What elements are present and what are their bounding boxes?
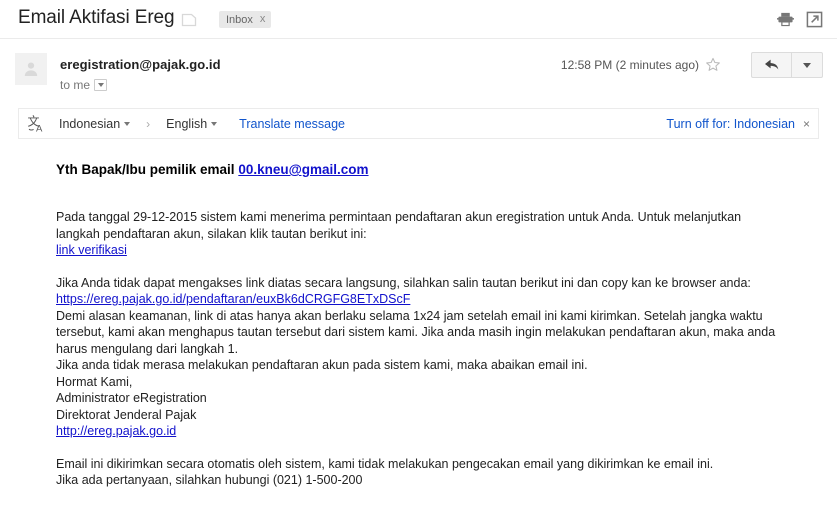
turn-off-translation-group: Turn off for: Indonesian × — [666, 117, 810, 131]
translate-icon: 文 A — [28, 114, 44, 134]
recipient-email-link[interactable]: 00.kneu@gmail.com — [238, 162, 368, 177]
open-in-new-window-icon[interactable] — [806, 11, 823, 28]
close-icon[interactable]: × — [803, 118, 810, 130]
signature-block: Hormat Kami, Administrator eRegistration… — [56, 374, 837, 440]
label-chip-remove-icon[interactable]: x — [260, 14, 266, 25]
star-icon[interactable] — [705, 57, 721, 73]
signature-line-3: Direktorat Jenderal Pajak — [56, 407, 197, 422]
translate-message-link[interactable]: Translate message — [239, 117, 345, 131]
recipient-label: to me — [60, 78, 91, 92]
header-actions — [777, 11, 823, 28]
turn-off-translation-link[interactable]: Turn off for: Indonesian — [666, 117, 795, 131]
default-avatar-icon — [24, 62, 38, 76]
recipient-line: to me — [60, 78, 108, 92]
verification-link-line: link verifikasi — [56, 242, 778, 259]
paragraph-ignore-notice: Jika anda tidak merasa melakukan pendaft… — [56, 358, 588, 372]
language-direction-arrow: › — [146, 116, 151, 131]
greeting-text: Yth Bapak/Ibu pemilik email — [56, 162, 239, 177]
reply-button[interactable] — [752, 53, 792, 77]
signature-line-1: Hormat Kami, — [56, 374, 133, 389]
chevron-down-icon — [803, 62, 811, 68]
signature-line-2: Administrator eRegistration — [56, 391, 207, 405]
print-preview-icon[interactable] — [181, 13, 197, 27]
label-chip-inbox[interactable]: Inbox x — [219, 11, 272, 28]
paragraph-copy-url: Jika Anda tidak dapat mengakses link dia… — [56, 275, 778, 308]
print-icon[interactable] — [777, 11, 794, 28]
paragraph-copy-url-text: Jika Anda tidak dapat mengakses link dia… — [56, 275, 751, 290]
target-language-select[interactable]: English — [166, 116, 218, 131]
paragraph-security-notice: Demi alasan keamanan, link di atas hanya… — [56, 308, 776, 356]
source-language-select[interactable]: Indonesian — [59, 116, 131, 131]
avatar[interactable] — [15, 53, 47, 85]
reply-button-group — [751, 52, 823, 78]
source-language-label: Indonesian — [59, 116, 121, 131]
subject-header: Email Aktifasi Ereg Inbox x — [0, 0, 837, 39]
email-message-view: Email Aktifasi Ereg Inbox x eregistratio… — [0, 0, 837, 510]
more-options-button[interactable] — [792, 53, 822, 77]
greeting-line: Yth Bapak/Ibu pemilik email 00.kneu@gmai… — [56, 162, 837, 178]
recipient-details-toggle[interactable] — [94, 79, 108, 91]
ereg-homepage-link[interactable]: http://ereg.pajak.go.id — [56, 424, 176, 438]
svg-text:A: A — [36, 123, 43, 134]
reply-icon — [764, 59, 778, 70]
signature-link-line: http://ereg.pajak.go.id — [56, 423, 837, 440]
message-timestamp: 12:58 PM (2 minutes ago) — [560, 58, 699, 72]
chevron-down-icon — [124, 121, 131, 126]
paragraph-automated-notice: Email ini dikirimkan secara otomatis ole… — [56, 456, 714, 471]
sender-email[interactable]: eregistration@pajak.go.id — [60, 57, 221, 72]
page-title: Email Aktifasi Ereg — [18, 7, 175, 28]
paragraph-contact: Jika ada pertanyaan, silahkan hubungi (0… — [56, 473, 363, 487]
chevron-down-icon — [97, 83, 104, 87]
paragraph-intro: Pada tanggal 29-12-2015 sistem kami mene… — [56, 210, 742, 241]
translate-bar: 文 A Indonesian › English Translate messa… — [18, 108, 819, 139]
target-language-label: English — [166, 116, 208, 131]
registration-url-link[interactable]: https://ereg.pajak.go.id/pendaftaran/eux… — [56, 292, 410, 306]
message-body: Yth Bapak/Ibu pemilik email 00.kneu@gmai… — [0, 150, 837, 489]
chevron-down-icon — [211, 121, 218, 126]
label-chip-text: Inbox — [226, 13, 253, 26]
verification-link[interactable]: link verifikasi — [56, 243, 127, 257]
